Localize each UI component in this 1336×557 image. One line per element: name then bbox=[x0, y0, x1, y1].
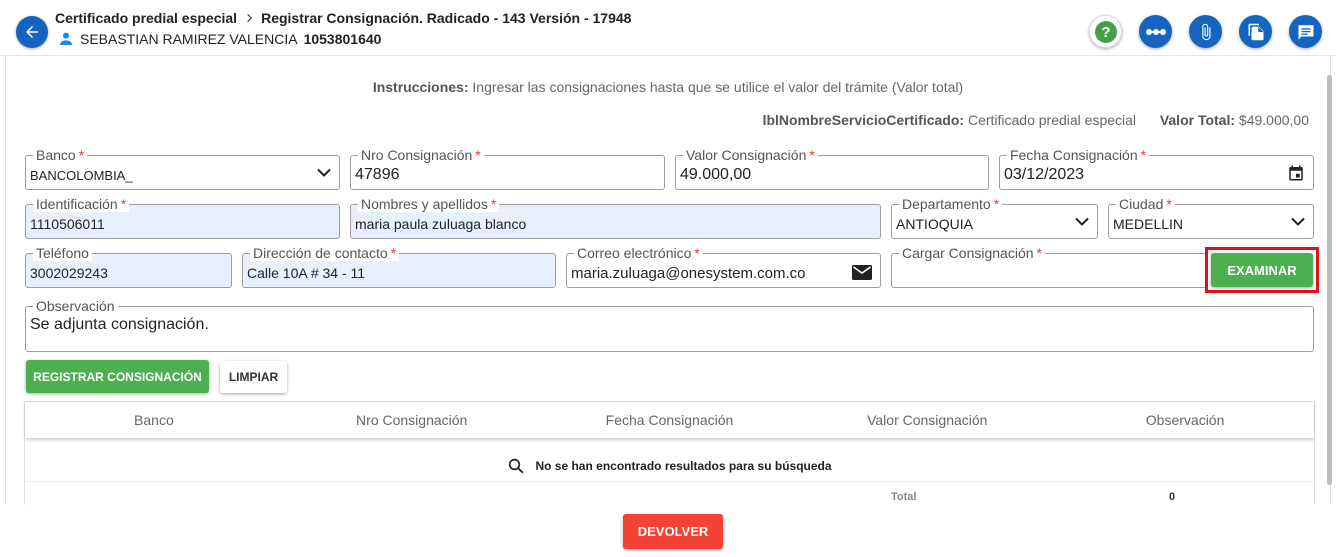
correo-value: maria.zuluaga@onesystem.com.co bbox=[571, 265, 806, 282]
back-arrow-icon bbox=[26, 26, 38, 38]
chevron-down-icon bbox=[1291, 217, 1305, 226]
help-icon: ? bbox=[1094, 20, 1117, 43]
copy-icon bbox=[1248, 23, 1263, 40]
breadcrumb: Certificado predial especial Registrar C… bbox=[55, 10, 631, 26]
svg-text:?: ? bbox=[1101, 24, 1110, 41]
total-label: Valor Total: bbox=[1159, 112, 1236, 128]
telefono-input[interactable]: Teléfono 3002029243 bbox=[25, 245, 232, 288]
instructions: Instrucciones: Ingresar las consignacion… bbox=[0, 79, 1336, 95]
scrollbar[interactable] bbox=[1327, 75, 1332, 485]
column-header-banco[interactable]: Banco bbox=[25, 402, 283, 438]
notes-button[interactable] bbox=[1289, 15, 1322, 48]
valor-consignacion-value: 49.000,00 bbox=[680, 166, 752, 183]
attachment-icon bbox=[1201, 23, 1210, 40]
registrar-consignacion-button[interactable]: REGISTRAR CONSIGNACIÓN bbox=[26, 360, 209, 393]
column-header-nro-consignacion[interactable]: Nro Consignación bbox=[283, 402, 541, 438]
departamento-label: Departamento bbox=[902, 196, 991, 212]
table-header: Banco Nro Consignación Fecha Consignació… bbox=[25, 402, 1314, 438]
column-header-observacion[interactable]: Observación bbox=[1056, 402, 1314, 438]
fecha-consignacion-input[interactable]: Fecha Consignación * 03/12/2023 bbox=[999, 147, 1314, 190]
more-icon bbox=[1145, 28, 1166, 35]
footer-bar: DEVOLVER bbox=[0, 505, 1336, 557]
observacion-value: Se adjunta consignación. bbox=[30, 316, 209, 333]
telefono-label: Teléfono bbox=[36, 245, 89, 261]
total-value: $49.000,00 bbox=[1238, 112, 1309, 128]
departamento-value: ANTIOQUIA bbox=[896, 216, 974, 232]
fecha-consignacion-label: Fecha Consignación bbox=[1010, 147, 1138, 163]
nombres-value: maria paula zuluaga blanco bbox=[355, 216, 527, 232]
header-actions: ? bbox=[1089, 15, 1322, 48]
table-total-value: 0 bbox=[1169, 491, 1176, 503]
departamento-select[interactable]: Departamento * ANTIOQUIA bbox=[891, 196, 1098, 239]
chevron-right-icon bbox=[247, 14, 253, 22]
direccion-input[interactable]: Dirección de contacto * Calle 10A # 34 - … bbox=[242, 245, 556, 288]
service-label: lblNombreServicioCertificado: bbox=[762, 112, 965, 128]
column-header-fecha-consignacion[interactable]: Fecha Consignación bbox=[541, 402, 799, 438]
column-header-valor-consignacion[interactable]: Valor Consignación bbox=[798, 402, 1056, 438]
nro-consignacion-value: 47896 bbox=[355, 166, 400, 183]
table-total-label: Total bbox=[891, 491, 917, 503]
back-button[interactable] bbox=[16, 16, 48, 48]
breadcrumb-service: Certificado predial especial bbox=[55, 10, 238, 26]
direccion-value: Calle 10A # 34 - 11 bbox=[247, 265, 366, 281]
ciudad-select[interactable]: Ciudad * MEDELLIN bbox=[1108, 196, 1314, 239]
devolver-button[interactable]: DEVOLVER bbox=[623, 514, 723, 549]
search-icon bbox=[509, 458, 524, 473]
empty-results-row: No se han encontrado resultados para su … bbox=[25, 450, 1314, 482]
cargar-consignacion-input[interactable]: Cargar Consignación * bbox=[891, 245, 1207, 288]
chevron-down-icon bbox=[1075, 217, 1089, 226]
banco-value: BANCOLOMBIA_ bbox=[30, 168, 133, 183]
banco-select[interactable]: Banco * BANCOLOMBIA_ bbox=[25, 147, 340, 190]
user-name: SEBASTIAN RAMIREZ VALENCIA bbox=[80, 31, 298, 47]
identificacion-input[interactable]: Identificación * 1110506011 bbox=[25, 196, 340, 239]
fecha-consignacion-value: 03/12/2023 bbox=[1004, 166, 1085, 183]
nro-consignacion-label: Nro Consignación bbox=[361, 147, 473, 163]
empty-results-message: No se han encontrado resultados para su … bbox=[535, 458, 832, 473]
identificacion-value: 1110506011 bbox=[30, 216, 105, 232]
help-button[interactable]: ? bbox=[1089, 15, 1122, 48]
telefono-value: 3002029243 bbox=[30, 265, 108, 281]
ciudad-value: MEDELLIN bbox=[1113, 216, 1184, 232]
service-value: Certificado predial especial bbox=[967, 112, 1137, 128]
cargar-consignacion-label: Cargar Consignación bbox=[902, 245, 1034, 261]
consignaciones-table: Banco Nro Consignación Fecha Consignació… bbox=[24, 401, 1315, 509]
nro-consignacion-input[interactable]: Nro Consignación * 47896 bbox=[350, 147, 665, 190]
user-document: 1053801640 bbox=[303, 31, 382, 47]
valor-consignacion-label: Valor Consignación bbox=[686, 147, 807, 163]
observacion-label: Observación bbox=[36, 298, 115, 314]
nombres-input[interactable]: Nombres y apellidos * maria paula zuluaga… bbox=[350, 196, 881, 239]
nombres-label: Nombres y apellidos bbox=[361, 196, 488, 212]
banco-label: Banco bbox=[36, 147, 76, 163]
service-line: lblNombreServicioCertificado: Certificad… bbox=[763, 112, 1309, 128]
user-icon bbox=[60, 32, 72, 45]
direccion-label: Dirección de contacto bbox=[253, 245, 388, 261]
instructions-label: Instrucciones: bbox=[372, 79, 469, 95]
breadcrumb-step: Registrar Consignación. Radicado - 143 V… bbox=[261, 10, 632, 26]
observacion-textarea[interactable]: Observación Se adjunta consignación. bbox=[25, 298, 1314, 352]
limpiar-button[interactable]: LIMPIAR bbox=[220, 361, 287, 393]
valor-consignacion-input[interactable]: Valor Consignación * 49.000,00 bbox=[675, 147, 989, 190]
header: Certificado predial especial Registrar C… bbox=[0, 0, 1336, 56]
ciudad-label: Ciudad bbox=[1119, 196, 1164, 212]
more-button[interactable] bbox=[1139, 15, 1172, 48]
attachment-button[interactable] bbox=[1189, 15, 1222, 48]
instructions-text: Ingresar las consignaciones hasta que se… bbox=[472, 79, 964, 95]
mail-icon bbox=[852, 265, 872, 280]
correo-label: Correo electrónico bbox=[577, 245, 692, 261]
notes-icon bbox=[1298, 24, 1313, 39]
copy-button[interactable] bbox=[1239, 15, 1272, 48]
calendar-icon[interactable] bbox=[1287, 164, 1305, 182]
user-line: SEBASTIAN RAMIREZ VALENCIA 1053801640 bbox=[58, 31, 381, 47]
identificacion-label: Identificación bbox=[36, 196, 118, 212]
correo-input[interactable]: Correo electrónico * maria.zuluaga@onesys… bbox=[566, 245, 881, 288]
examinar-button[interactable]: EXAMINAR bbox=[1211, 253, 1313, 287]
chevron-down-icon bbox=[317, 168, 331, 177]
